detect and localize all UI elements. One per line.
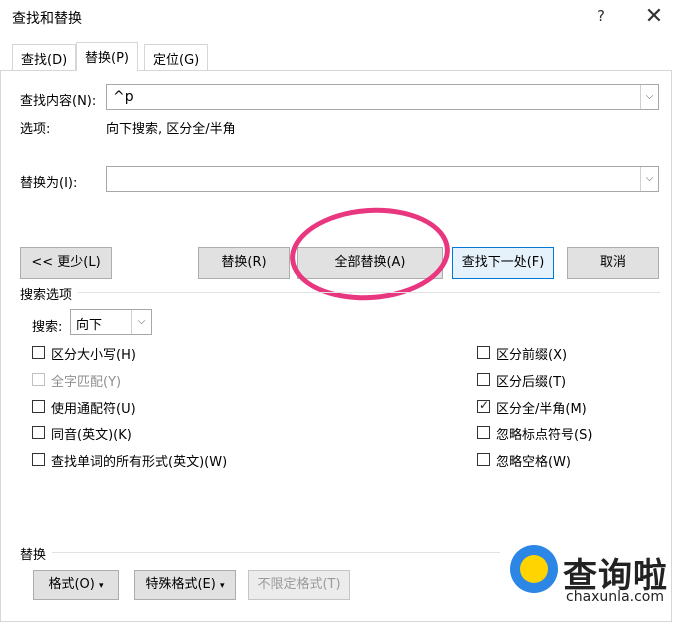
less-button[interactable]: << 更少(L) (20, 247, 112, 279)
search-options-title: 搜索选项 (20, 288, 73, 303)
ignore-punctuation-checkbox[interactable] (477, 426, 490, 439)
options-value: 向下搜索, 区分全/半角 (106, 122, 236, 137)
all-word-forms-checkbox[interactable] (32, 453, 45, 466)
whole-word-label: 全字匹配(Y) (51, 375, 122, 390)
search-direction-value: 向下 (76, 318, 103, 333)
format-button[interactable]: 格式(O) ▾ (33, 570, 119, 600)
ignore-punctuation-label: 忽略标点符号(S) (496, 428, 593, 443)
replace-input[interactable]: ⌵ (106, 166, 659, 192)
cancel-button[interactable]: 取消 (567, 247, 659, 279)
match-width-checkbox[interactable]: ✓ (477, 398, 490, 413)
sounds-like-label: 同音(英文)(K) (51, 428, 132, 443)
watermark-url: chaxunla.com (566, 589, 664, 605)
chevron-down-icon[interactable]: ⌵ (640, 167, 658, 191)
window-title: 查找和替换 (12, 11, 82, 27)
watermark-logo-inner (520, 555, 548, 583)
section-divider (78, 292, 660, 293)
match-case-checkbox[interactable] (32, 346, 45, 359)
check-icon: ✓ (479, 398, 490, 412)
special-format-label: 特殊格式(E) (145, 577, 216, 592)
options-label: 选项: (20, 122, 51, 137)
tab-goto[interactable]: 定位(G) (144, 44, 209, 71)
special-format-button[interactable]: 特殊格式(E) ▾ (134, 570, 236, 600)
help-icon[interactable]: ? (590, 7, 612, 29)
match-suffix-label: 区分后缀(T) (496, 375, 567, 390)
find-input-value: ^p (113, 89, 134, 105)
caret-down-icon: ▾ (99, 581, 104, 591)
match-width-label: 区分全/半角(M) (496, 402, 587, 417)
wildcards-label: 使用通配符(U) (51, 402, 136, 417)
find-next-button[interactable]: 查找下一处(F) (452, 247, 554, 279)
close-icon[interactable]: ✕ (640, 4, 668, 30)
replace-label: 替换为(I): (20, 176, 78, 191)
format-button-label: 格式(O) (48, 577, 95, 592)
search-direction-select[interactable]: 向下 ⌵ (70, 309, 152, 335)
replace-section-title: 替换 (20, 548, 47, 563)
match-prefix-label: 区分前缀(X) (496, 348, 568, 363)
caret-down-icon: ▾ (219, 581, 225, 591)
ignore-space-checkbox[interactable] (477, 453, 490, 466)
find-label: 查找内容(N): (20, 94, 97, 109)
title-bar: 查找和替换 ? ✕ (0, 0, 682, 36)
sounds-like-checkbox[interactable] (32, 426, 45, 439)
replace-button[interactable]: 替换(R) (198, 247, 290, 279)
section-divider (52, 552, 500, 553)
find-input[interactable]: ^p ⌵ (106, 84, 659, 110)
search-direction-label: 搜索: (32, 320, 63, 335)
match-case-label: 区分大小写(H) (51, 348, 136, 363)
match-suffix-checkbox[interactable] (477, 373, 490, 386)
tab-find[interactable]: 查找(D) (12, 44, 77, 71)
match-prefix-checkbox[interactable] (477, 346, 490, 359)
all-word-forms-label: 查找单词的所有形式(英文)(W) (51, 455, 228, 470)
no-formatting-button: 不限定格式(T) (248, 570, 350, 600)
chevron-down-icon[interactable]: ⌵ (131, 310, 151, 334)
whole-word-checkbox (32, 373, 45, 386)
wildcards-checkbox[interactable] (32, 400, 45, 413)
ignore-space-label: 忽略空格(W) (496, 455, 571, 470)
tab-replace[interactable]: 替换(P) (76, 42, 138, 71)
chevron-down-icon[interactable]: ⌵ (640, 85, 658, 109)
